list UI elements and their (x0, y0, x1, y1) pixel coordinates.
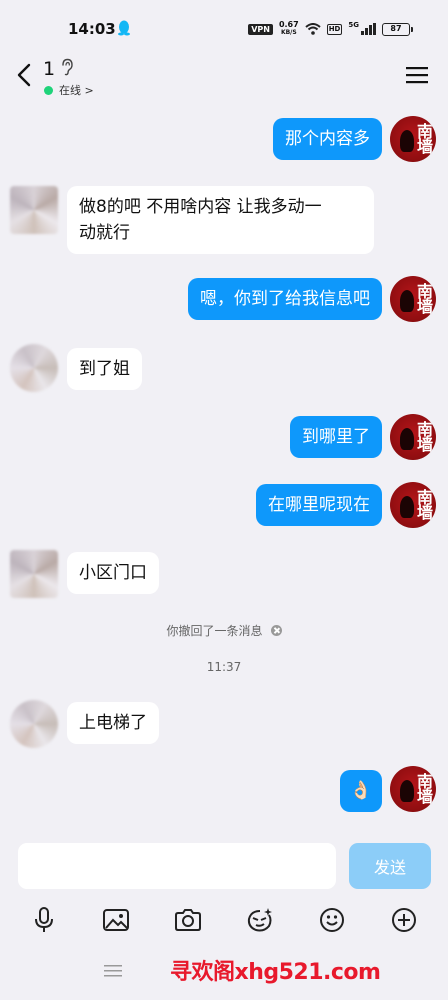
message-outgoing[interactable]: 嗯，你到了给我信息吧 (188, 278, 382, 320)
composer-toolbar (0, 897, 448, 942)
emoji-icon[interactable] (312, 900, 352, 940)
qq-penguin-icon (118, 20, 130, 36)
nav-menu-icon[interactable] (104, 964, 122, 978)
my-avatar[interactable]: 南墙 (390, 276, 436, 322)
message-input[interactable] (18, 843, 336, 889)
contact-avatar[interactable] (10, 550, 58, 598)
message-outgoing-emoji[interactable]: 👌🏻 (339, 770, 382, 812)
status-time: 14:03 (68, 20, 116, 38)
composer: 发送 (0, 837, 448, 897)
message-outgoing[interactable]: 在哪里呢现在 (256, 484, 382, 526)
camera-icon[interactable] (168, 900, 208, 940)
presence-status[interactable]: 在线 > (44, 82, 94, 98)
chat-header: 1 在线 > (0, 52, 448, 102)
my-avatar[interactable]: 南墙 (390, 414, 436, 460)
back-icon[interactable] (12, 60, 36, 90)
plus-icon[interactable] (384, 900, 424, 940)
my-avatar[interactable]: 南墙 (390, 482, 436, 528)
menu-icon[interactable] (406, 66, 428, 84)
presence-label: 在线 > (59, 84, 94, 97)
battery-icon: 87 (382, 22, 413, 36)
close-icon[interactable] (270, 625, 282, 636)
image-icon[interactable] (96, 900, 136, 940)
wifi-icon (305, 23, 321, 35)
vpn-badge: VPN (248, 23, 273, 35)
network-type: 5G (348, 21, 359, 29)
online-dot (44, 85, 53, 95)
time-divider: 11:37 (206, 660, 242, 674)
contact-avatar[interactable] (10, 344, 58, 392)
message-outgoing[interactable]: 那个内容多 (273, 118, 382, 160)
hd-badge: HD (326, 23, 343, 35)
message-outgoing[interactable]: 到哪里了 (290, 416, 382, 458)
send-button[interactable]: 发送 (349, 843, 431, 889)
message-incoming[interactable]: 做8的吧 不用啥内容 让我多动一 动就行 (67, 186, 374, 254)
message-list[interactable]: 那个内容多 南墙 做8的吧 不用啥内容 让我多动一 动就行 嗯，你到了给我信息吧… (0, 102, 448, 837)
recall-notice: 你撤回了一条消息 (0, 622, 448, 639)
my-avatar[interactable]: 南墙 (390, 116, 436, 162)
message-incoming[interactable]: 到了姐 (67, 348, 142, 390)
status-indicators: VPN 0.67 KB/S HD 5G 87 (248, 20, 413, 37)
my-avatar[interactable]: 南墙 (390, 766, 436, 812)
message-incoming[interactable]: 上电梯了 (67, 702, 159, 744)
sticker-icon[interactable] (240, 900, 280, 940)
signal-icon (361, 23, 376, 35)
status-bar: 14:03 VPN 0.67 KB/S HD 5G 87 (0, 0, 448, 52)
message-incoming[interactable]: 小区门口 (67, 552, 159, 594)
system-nav-bar: 寻欢阁xhg521.com (0, 942, 448, 1000)
ear-icon (62, 58, 73, 76)
watermark-text: 寻欢阁xhg521.com (170, 960, 381, 985)
network-speed: 0.67 KB/S (278, 20, 299, 37)
contact-avatar[interactable] (10, 700, 58, 748)
contact-avatar[interactable] (10, 186, 58, 234)
microphone-icon[interactable] (24, 900, 64, 940)
chat-title[interactable]: 1 (43, 58, 55, 80)
